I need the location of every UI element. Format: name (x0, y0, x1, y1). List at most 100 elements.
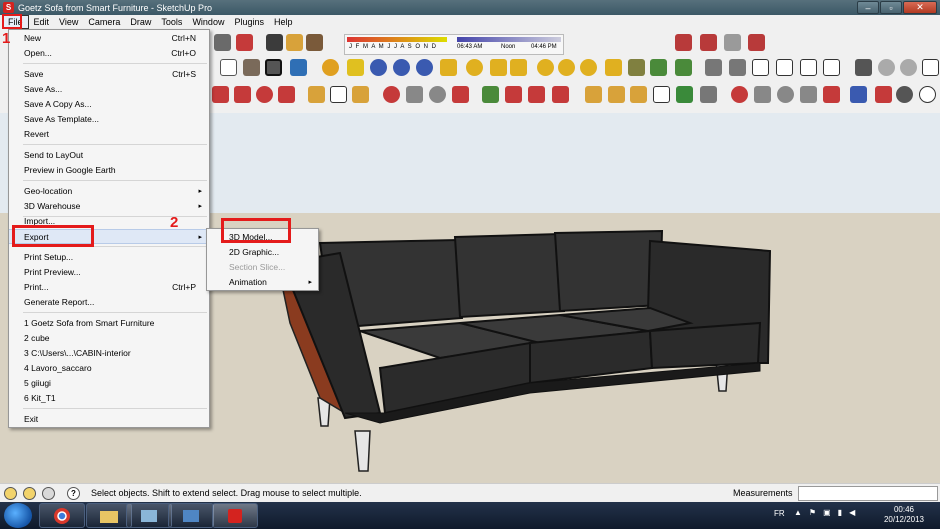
iso-view-icon[interactable] (705, 59, 722, 76)
recent-file-6[interactable]: 6 Kit_T1 (9, 391, 209, 406)
date-slider[interactable] (347, 37, 447, 42)
taskbar-sketchup[interactable] (212, 503, 258, 528)
orbit-icon-2[interactable] (731, 86, 748, 103)
left-view-icon[interactable] (823, 59, 840, 76)
minimize-button[interactable]: – (857, 1, 879, 14)
text-icon[interactable] (330, 86, 347, 103)
measurements-input[interactable] (798, 486, 938, 501)
menu-item-print-setup[interactable]: Print Setup... (9, 250, 209, 265)
fog-icon[interactable] (306, 34, 323, 51)
sandbox-stamp-icon[interactable] (700, 34, 717, 51)
shadow-settings-widget[interactable]: J F M A M J J A S O N D 06:43 AM Noon 04… (344, 34, 564, 55)
scale-icon[interactable] (278, 86, 295, 103)
extension-warehouse-icon[interactable] (552, 86, 569, 103)
menu-item-open[interactable]: Open... Ctrl+O (9, 46, 209, 61)
right-view-icon[interactable] (776, 59, 793, 76)
recent-file-5[interactable]: 5 giiugi (9, 376, 209, 391)
front-view-icon[interactable] (752, 59, 769, 76)
menu-plugins[interactable]: Plugins (229, 15, 269, 29)
menu-draw[interactable]: Draw (125, 15, 156, 29)
credits-status-icon[interactable] (23, 487, 36, 500)
orbit-icon[interactable] (383, 86, 400, 103)
back-view-icon[interactable] (800, 59, 817, 76)
menu-item-generate-report[interactable]: Generate Report... (9, 295, 209, 310)
sandbox-flip-icon[interactable] (748, 34, 765, 51)
sun-icon[interactable] (466, 59, 483, 76)
polygon-icon[interactable] (220, 59, 237, 76)
shadows-toggle-icon[interactable] (286, 34, 303, 51)
spotlight-icon[interactable] (490, 59, 507, 76)
omni-light-icon[interactable] (537, 59, 554, 76)
menu-item-preview-google-earth[interactable]: Preview in Google Earth (9, 163, 209, 178)
zoom-icon[interactable] (429, 86, 446, 103)
top-view-icon[interactable] (729, 59, 746, 76)
menu-item-print[interactable]: Print... Ctrl+P (9, 280, 209, 295)
geo-location-status-icon[interactable] (4, 487, 17, 500)
sketchup-app-icon[interactable]: S (3, 2, 14, 13)
pan-icon-2[interactable] (754, 86, 771, 103)
printer-icon[interactable] (214, 34, 231, 51)
paint-bucket-icon[interactable] (352, 86, 369, 103)
language-indicator[interactable]: FR (774, 509, 785, 518)
volume-icon[interactable]: ◀ (849, 508, 855, 517)
model-info-icon[interactable] (236, 34, 253, 51)
ies-light-icon[interactable] (605, 59, 622, 76)
recent-file-1[interactable]: 1 Goetz Sofa from Smart Furniture (9, 316, 209, 331)
tree-icon[interactable] (650, 59, 667, 76)
menu-item-save-a-copy-as[interactable]: Save A Copy As... (9, 97, 209, 112)
menu-edit[interactable]: Edit (29, 15, 55, 29)
sandbox-icon[interactable] (675, 34, 692, 51)
menu-item-3d-warehouse[interactable]: 3D Warehouse ▸ (9, 199, 209, 214)
eraser-icon[interactable] (266, 34, 283, 51)
help-render-icon[interactable] (416, 59, 433, 76)
google-earth-icon[interactable] (322, 59, 339, 76)
zoom-icon-2[interactable] (777, 86, 794, 103)
user-status-icon[interactable] (42, 487, 55, 500)
pan-icon[interactable] (406, 86, 423, 103)
look-around-icon[interactable] (878, 59, 895, 76)
tape-icon-2[interactable] (585, 86, 602, 103)
start-button[interactable] (4, 503, 32, 528)
taskbar-chrome[interactable] (39, 503, 85, 528)
tape-measure-icon[interactable] (308, 86, 325, 103)
plant-icon[interactable] (675, 59, 692, 76)
components-icon[interactable] (482, 86, 499, 103)
previous-view-icon[interactable] (850, 86, 867, 103)
menu-camera[interactable]: Camera (83, 15, 125, 29)
close-button[interactable]: ✕ (903, 1, 937, 14)
recent-file-4[interactable]: 4 Lavoro_saccaro (9, 361, 209, 376)
render-tool-icon[interactable] (393, 59, 410, 76)
menu-window[interactable]: Window (187, 15, 229, 29)
photo-texture-icon[interactable] (347, 59, 364, 76)
menu-item-new[interactable]: New Ctrl+N (9, 31, 209, 46)
menu-item-print-preview[interactable]: Print Preview... (9, 265, 209, 280)
shaded-icon[interactable] (243, 59, 260, 76)
protractor-icon[interactable] (630, 86, 647, 103)
flag-tray-icon[interactable]: ⚑ (809, 508, 816, 517)
help-icon[interactable]: ? (67, 487, 80, 500)
hidden-line-icon[interactable] (265, 59, 282, 76)
menu-item-save[interactable]: Save Ctrl+S (9, 67, 209, 82)
menu-item-send-to-layout[interactable]: Send to LayOut (9, 148, 209, 163)
taskbar-app-3[interactable] (126, 503, 172, 528)
time-slider[interactable] (457, 37, 561, 42)
menu-item-save-as-template[interactable]: Save As Template... (9, 112, 209, 127)
dimension-icon[interactable] (608, 86, 625, 103)
rotate-icon[interactable] (212, 86, 229, 103)
3d-text-icon[interactable] (700, 86, 717, 103)
menu-item-exit[interactable]: Exit (9, 412, 209, 427)
export-animation[interactable]: Animation ▸ (207, 275, 318, 290)
warehouse-get-icon[interactable] (505, 86, 522, 103)
monitor-tray-icon[interactable]: ▣ (823, 508, 831, 517)
lights-icon[interactable] (440, 59, 457, 76)
maximize-button[interactable]: ▫ (880, 1, 902, 14)
material-icon[interactable] (628, 59, 645, 76)
walk-icon-2[interactable] (919, 86, 936, 103)
menu-item-revert[interactable]: Revert (9, 127, 209, 142)
menu-item-geo-location[interactable]: Geo-location ▸ (9, 184, 209, 199)
network-icon[interactable]: ▮ (838, 508, 842, 517)
show-hidden-icon[interactable]: ▲ (794, 508, 802, 517)
position-camera-icon-2[interactable] (875, 86, 892, 103)
render-icon[interactable] (370, 59, 387, 76)
flag-icon[interactable] (510, 59, 527, 76)
